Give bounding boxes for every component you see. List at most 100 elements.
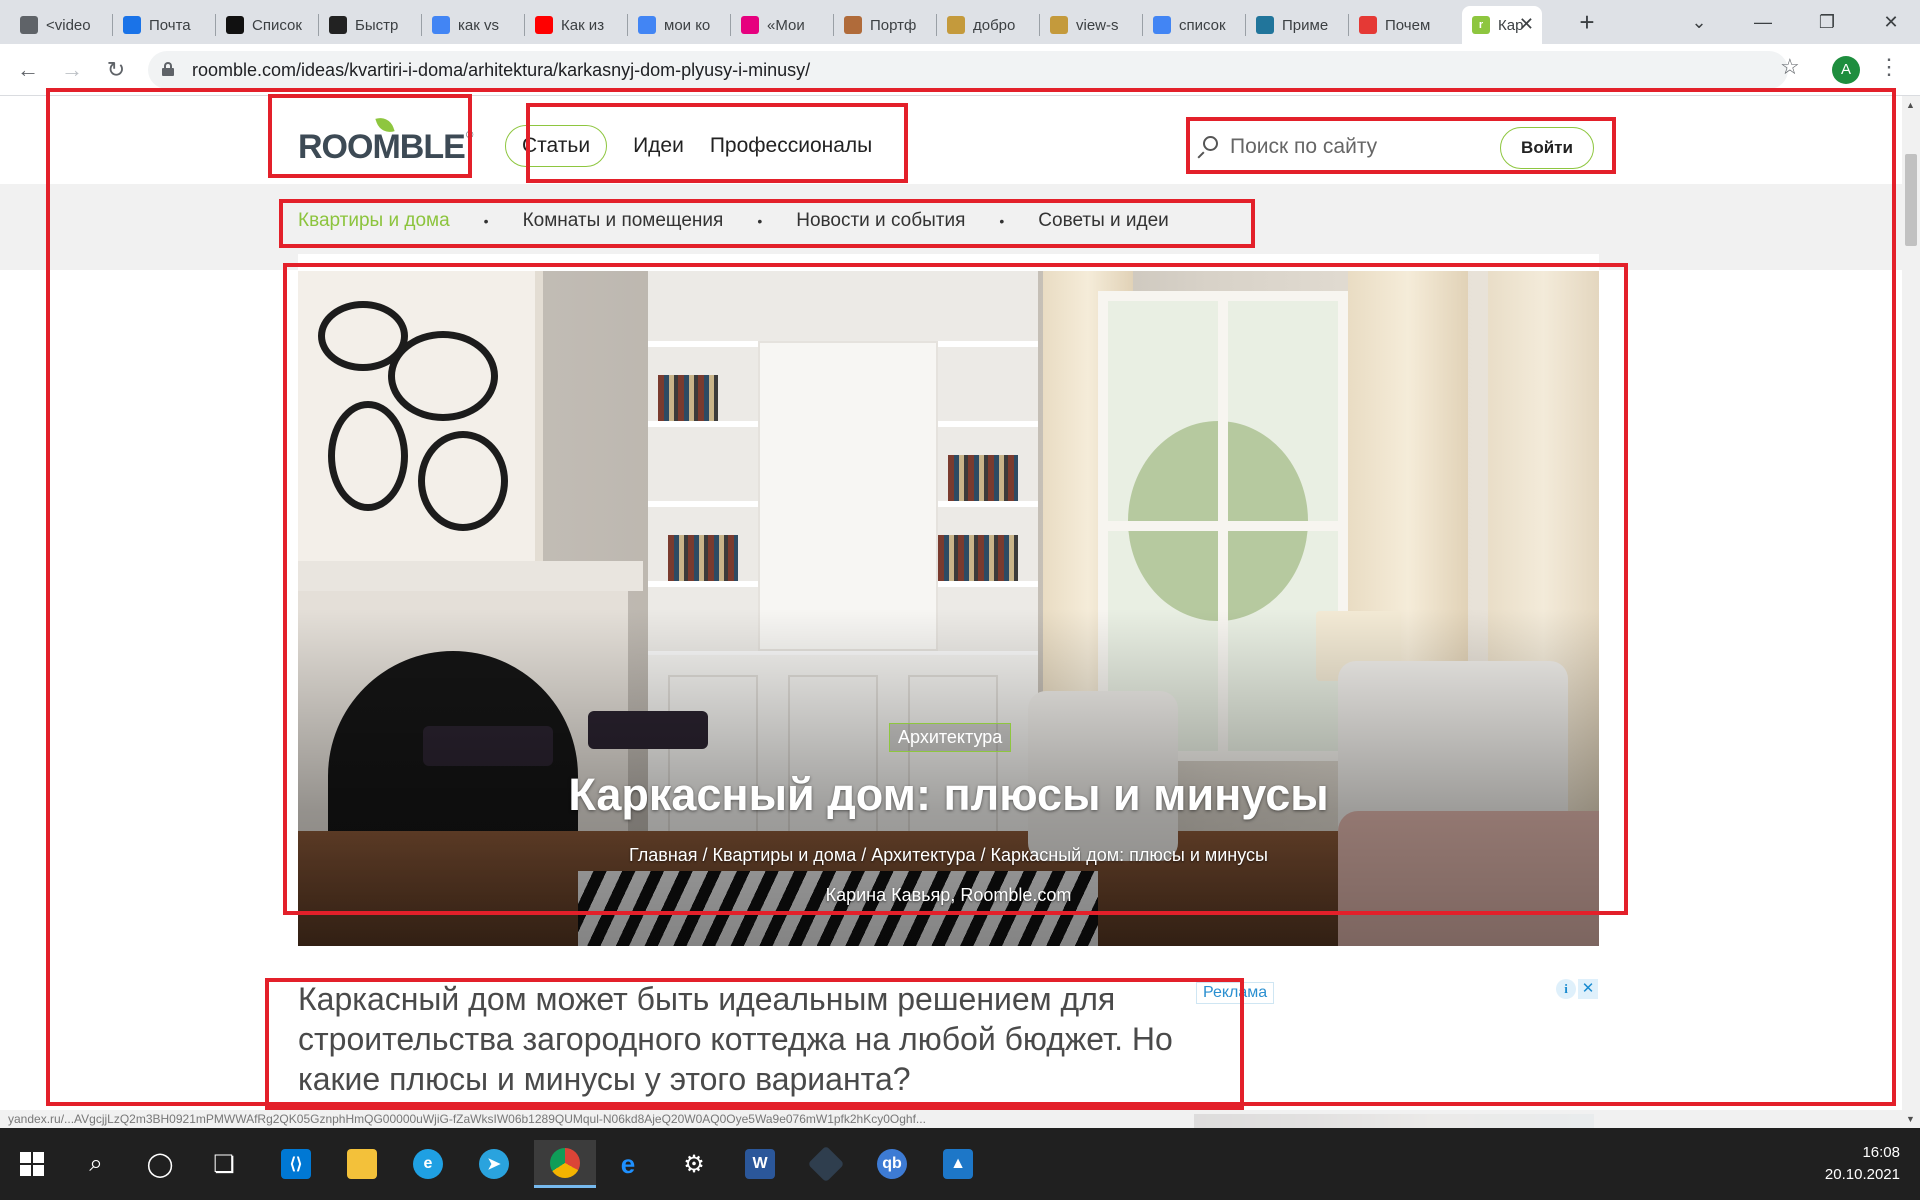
browser-menu-icon[interactable]: ⋮ — [1878, 54, 1900, 80]
task-view-icon[interactable]: ❏ — [200, 1140, 248, 1188]
new-tab-button[interactable]: + — [1572, 8, 1602, 38]
browser-tab[interactable]: view-s — [1040, 6, 1143, 44]
browser-tab[interactable]: Почем — [1349, 6, 1452, 44]
breadcrumb-separator: / — [861, 845, 867, 865]
page-viewport: ROOMBLE ® СтатьиИдеиПрофессионалы Войти … — [0, 96, 1920, 1128]
close-window-icon[interactable]: ✕ — [1864, 4, 1918, 40]
logo-text: ROOMBLE — [298, 128, 466, 166]
nav-item[interactable]: Идеи — [633, 126, 684, 166]
browser-tab[interactable]: <video — [10, 6, 113, 44]
search-input[interactable] — [1230, 135, 1470, 159]
tab-title: Почем — [1385, 16, 1431, 34]
browser-tab[interactable]: Портф — [834, 6, 937, 44]
page-scrollbar[interactable]: ▲ ▼ — [1902, 96, 1920, 1128]
internet-explorer-icon[interactable]: e — [604, 1140, 652, 1188]
tab-separator — [833, 14, 834, 36]
login-button[interactable]: Войти — [1500, 127, 1594, 169]
breadcrumb-item[interactable]: Архитектура — [871, 845, 975, 865]
minimize-icon[interactable]: — — [1736, 4, 1790, 40]
cortana-icon[interactable]: ◯ — [136, 1140, 184, 1188]
tab-title: view-s — [1076, 16, 1119, 34]
qbittorrent-icon[interactable]: qb — [868, 1140, 916, 1188]
tab-title: Быстр — [355, 16, 399, 34]
nav-item[interactable]: Статьи — [505, 125, 608, 167]
tab-search-chevron-icon[interactable]: ⌄ — [1672, 4, 1726, 40]
mail-icon — [123, 16, 141, 34]
lock-icon — [162, 62, 174, 76]
browser-tab[interactable]: Почта — [113, 6, 216, 44]
browser-tab[interactable]: Список — [216, 6, 319, 44]
photos-icon[interactable]: ▲ — [934, 1140, 982, 1188]
git-icon[interactable] — [802, 1140, 850, 1188]
forward-icon[interactable]: → — [56, 54, 88, 86]
subnav-item[interactable]: Советы и идеи — [1038, 210, 1169, 232]
subnav-item[interactable]: Новости и события — [796, 210, 965, 232]
browser-toolbar: ← → ↻ roomble.com/ideas/kvartiri-i-doma/… — [0, 44, 1920, 96]
browser-tab[interactable]: добро — [937, 6, 1040, 44]
tab-separator — [215, 14, 216, 36]
subnav-item[interactable]: Комнаты и помещения — [523, 210, 724, 232]
chrome-icon[interactable] — [534, 1140, 596, 1188]
subnav-item[interactable]: Квартиры и дома — [298, 210, 450, 232]
site-search[interactable] — [1196, 126, 1486, 168]
tab-title: добро — [973, 16, 1016, 34]
browser-tab[interactable]: Как из — [525, 6, 628, 44]
tab-separator — [1039, 14, 1040, 36]
system-clock[interactable]: 16:08 20.10.2021 — [1825, 1142, 1900, 1186]
restore-icon[interactable]: ❐ — [1800, 4, 1854, 40]
tm-icon — [226, 16, 244, 34]
search-icon[interactable]: ⌕ — [72, 1140, 120, 1188]
ad-info-icon[interactable]: i — [1556, 979, 1576, 999]
chat-icon — [20, 16, 38, 34]
article-title: Каркасный дом: плюсы и минусы — [568, 769, 1329, 820]
tab-title: Портф — [870, 16, 917, 34]
breadcrumb-item[interactable]: Главная — [629, 845, 698, 865]
profile-avatar[interactable]: A — [1832, 56, 1860, 84]
wordpress-icon — [1256, 16, 1274, 34]
portrait-icon — [844, 16, 862, 34]
ad-label[interactable]: Реклама — [1196, 982, 1275, 1004]
scrollbar-thumb[interactable] — [1905, 154, 1917, 246]
browser-tab[interactable]: список — [1143, 6, 1246, 44]
tab-title: «Мои — [767, 16, 805, 34]
subnav-separator: • — [483, 213, 489, 229]
registered-mark: ® — [466, 130, 474, 141]
youtube-icon — [535, 16, 553, 34]
tab-separator — [421, 14, 422, 36]
breadcrumb-item[interactable]: Квартиры и дома — [713, 845, 857, 865]
tab-separator — [1245, 14, 1246, 36]
ad-close-icon[interactable]: ✕ — [1578, 979, 1598, 999]
file-explorer-icon[interactable] — [338, 1140, 386, 1188]
clock-date: 20.10.2021 — [1824, 1166, 1900, 1183]
tab-close-icon[interactable]: ✕ — [1519, 14, 1534, 35]
browser-tab[interactable]: Приме — [1246, 6, 1349, 44]
tab-separator — [1142, 14, 1143, 36]
browser-tab[interactable]: как vs — [422, 6, 525, 44]
site-logo[interactable]: ROOMBLE ® — [298, 114, 474, 172]
breadcrumb-item: Каркасный дом: плюсы и минусы — [990, 845, 1268, 865]
vscode-icon[interactable]: ⟨⟩ — [272, 1140, 320, 1188]
scroll-down-icon[interactable]: ▼ — [1906, 1114, 1915, 1124]
tab-title: Список — [252, 16, 302, 34]
settings-gear-icon[interactable]: ⚙ — [670, 1140, 718, 1188]
category-badge[interactable]: Архитектура — [889, 723, 1012, 752]
roomble-icon: r — [1472, 16, 1490, 34]
nav-item[interactable]: Профессионалы — [710, 126, 872, 166]
back-icon[interactable]: ← — [12, 54, 44, 86]
browser-tab[interactable]: Быстр — [319, 6, 422, 44]
bookmark-star-icon[interactable]: ☆ — [1780, 54, 1800, 80]
tab-separator — [936, 14, 937, 36]
reload-icon[interactable]: ↻ — [100, 54, 132, 86]
browser-tab[interactable]: мои ко — [628, 6, 731, 44]
tab-title: Приме — [1282, 16, 1329, 34]
windows-start-icon[interactable] — [8, 1140, 56, 1188]
address-bar[interactable]: roomble.com/ideas/kvartiri-i-doma/arhite… — [148, 51, 1788, 89]
tab-active[interactable]: r Кар ✕ — [1462, 6, 1542, 44]
telegram-icon[interactable]: ➤ — [470, 1140, 518, 1188]
edge-icon[interactable]: e — [404, 1140, 452, 1188]
scroll-up-icon[interactable]: ▲ — [1906, 100, 1915, 110]
tab-title: список — [1179, 16, 1226, 34]
browser-tab[interactable]: «Мои — [731, 6, 834, 44]
url-text[interactable]: roomble.com/ideas/kvartiri-i-doma/arhite… — [192, 60, 810, 81]
word-icon[interactable]: W — [736, 1140, 784, 1188]
